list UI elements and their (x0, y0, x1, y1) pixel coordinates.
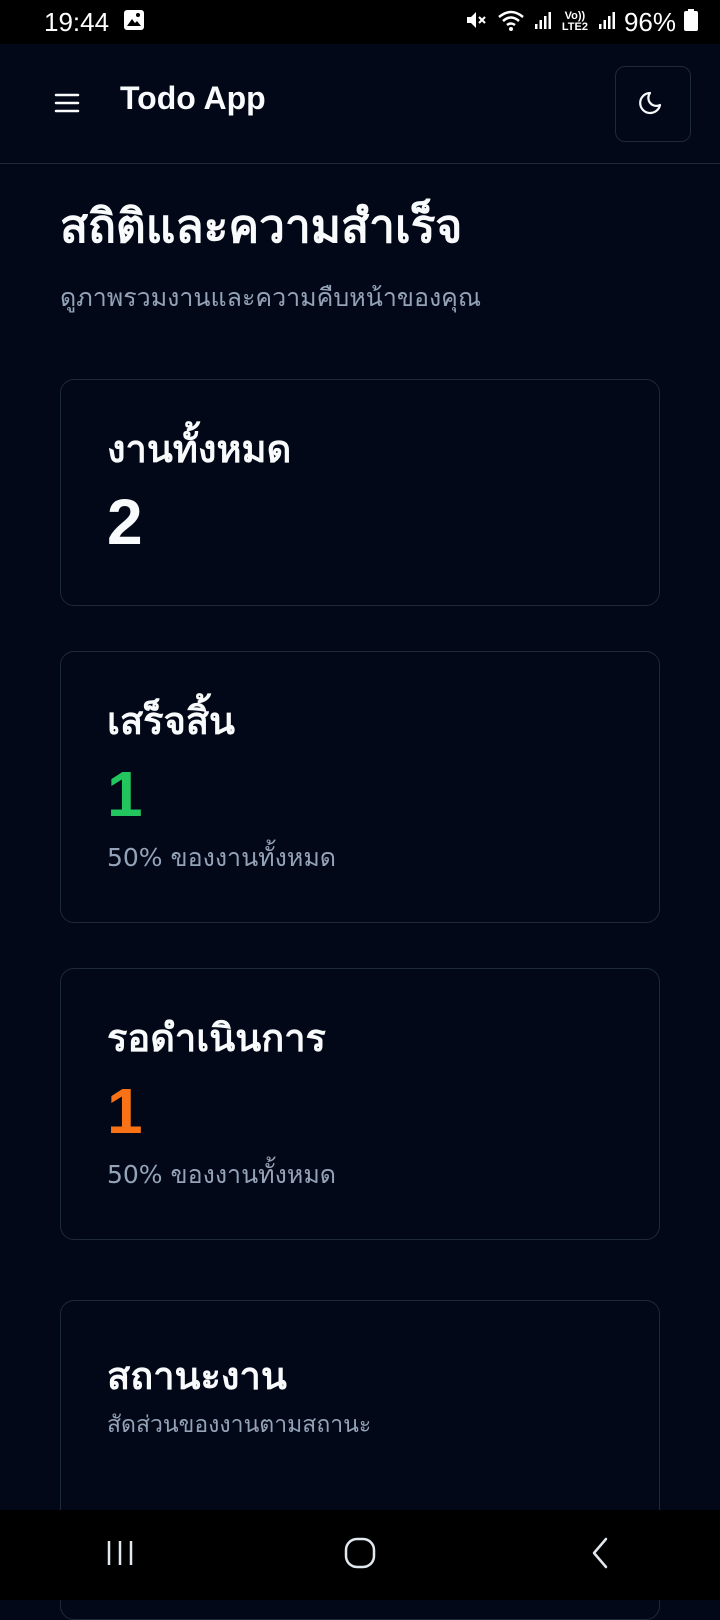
system-nav-bar (0, 1510, 720, 1600)
app-title: Todo App (120, 80, 266, 116)
app-bar: Todo App (0, 44, 720, 164)
signal-icon-2 (598, 10, 616, 35)
pending-tasks-card: รอดำเนินการ 1 50% ของงานทั้งหมด (60, 968, 660, 1240)
theme-toggle-button[interactable] (615, 66, 691, 142)
hamburger-menu-icon (48, 93, 88, 126)
pending-tasks-label: รอดำเนินการ (107, 1016, 326, 1060)
recents-button[interactable] (80, 1525, 160, 1585)
recents-icon (104, 1538, 136, 1572)
status-bar: 19:44 Vo)) LTE2 96% (0, 0, 720, 44)
page-title: สถิติและความสำเร็จ (60, 199, 463, 253)
moon-icon (638, 87, 668, 121)
total-tasks-card: งานทั้งหมด 2 (60, 379, 660, 606)
completed-tasks-value: 1 (107, 758, 143, 830)
gallery-notification-icon (123, 9, 145, 36)
pending-tasks-value: 1 (107, 1075, 143, 1147)
signal-icon (534, 10, 552, 35)
page-subtitle: ดูภาพรวมงานและความคืบหน้าของคุณ (60, 283, 482, 312)
back-button[interactable] (560, 1525, 640, 1585)
total-tasks-label: งานทั้งหมด (107, 427, 292, 471)
task-status-description: สัดส่วนของงานตามสถานะ (107, 1412, 372, 1438)
back-icon (588, 1536, 612, 1574)
mute-icon (464, 8, 488, 37)
total-tasks-value: 2 (107, 486, 143, 558)
home-icon (343, 1536, 377, 1574)
completed-tasks-label: เสร็จสิ้น (107, 699, 236, 743)
battery-icon (684, 8, 698, 36)
completed-tasks-card: เสร็จสิ้น 1 50% ของงานทั้งหมด (60, 651, 660, 923)
network-type-label: Vo)) LTE2 (561, 10, 588, 33)
task-status-label: สถานะงาน (107, 1354, 287, 1398)
status-time: 19:44 (44, 6, 110, 37)
pending-tasks-percent: 50% ของงานทั้งหมด (107, 1160, 337, 1189)
menu-button[interactable] (48, 86, 88, 122)
battery-percent: 96% (623, 6, 676, 37)
wifi-icon (496, 8, 526, 37)
completed-tasks-percent: 50% ของงานทั้งหมด (107, 843, 337, 872)
home-button[interactable] (320, 1525, 400, 1585)
